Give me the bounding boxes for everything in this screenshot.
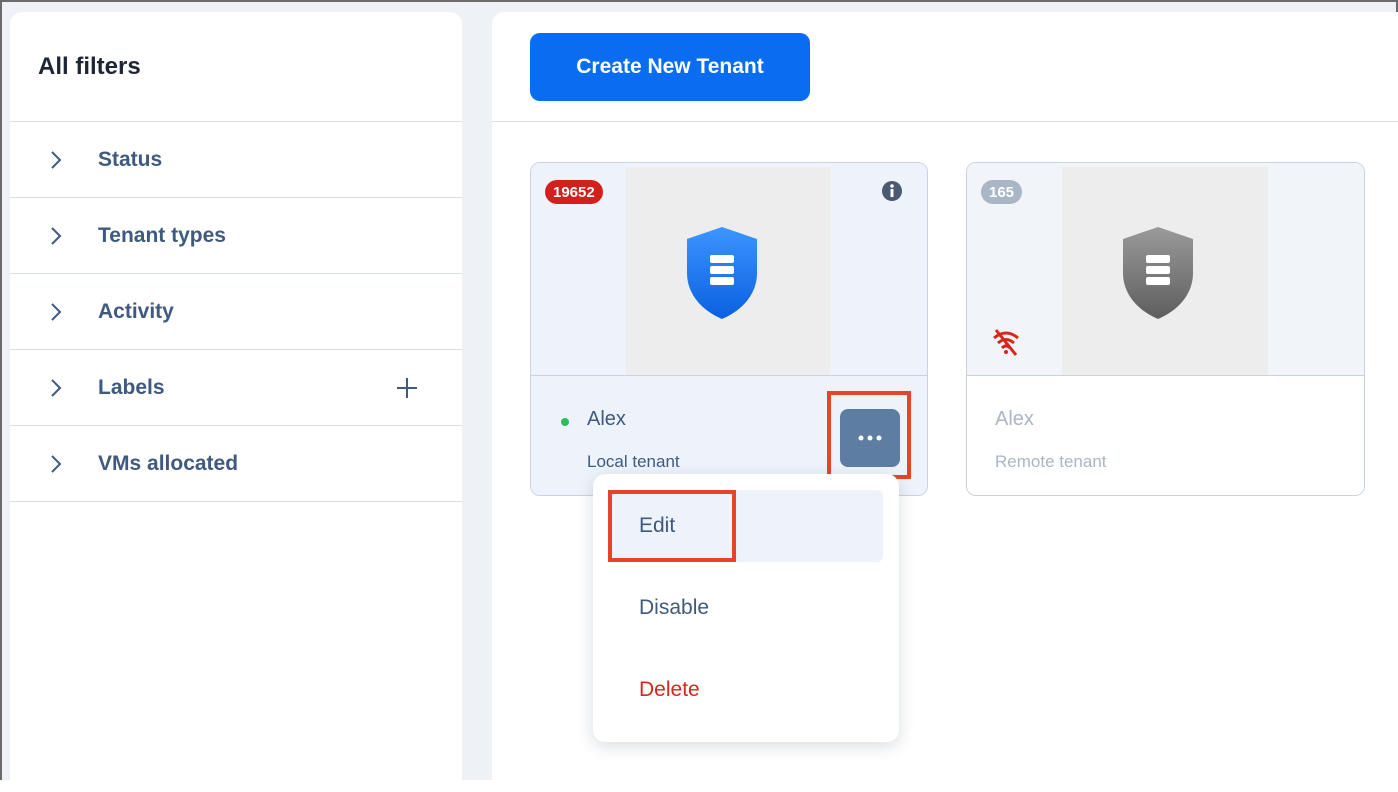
tenant-card-footer: Alex Remote tenant <box>967 376 1364 495</box>
filter-labels[interactable]: Labels <box>10 350 462 426</box>
filter-label: Activity <box>98 299 174 323</box>
more-actions-button[interactable] <box>840 409 900 467</box>
filter-status[interactable]: Status <box>10 122 462 198</box>
chevron-right-icon <box>50 226 76 246</box>
tenant-card[interactable]: 165 Alex Remote tenant <box>966 162 1365 496</box>
more-icon <box>858 435 882 441</box>
filter-label: VMs allocated <box>98 451 239 475</box>
alert-count-badge: 19652 <box>545 180 603 204</box>
toolbar: Create New Tenant <box>492 12 1398 122</box>
filter-label: Labels <box>98 375 165 399</box>
tenant-type: Local tenant <box>587 452 680 471</box>
create-new-tenant-button[interactable]: Create New Tenant <box>530 33 810 101</box>
filter-label: Tenant types <box>98 223 226 247</box>
chevron-right-icon <box>50 302 76 322</box>
info-icon[interactable] <box>881 180 903 202</box>
menu-item-disable[interactable]: Disable <box>609 572 883 644</box>
filter-label: Status <box>98 147 163 171</box>
filter-activity[interactable]: Activity <box>10 274 462 350</box>
actions-menu: Edit Disable Delete <box>593 474 899 742</box>
sidebar-header: All filters <box>10 12 462 122</box>
chevron-right-icon <box>50 454 76 474</box>
alert-count-badge: 165 <box>981 180 1023 204</box>
menu-item-delete[interactable]: Delete <box>609 654 883 726</box>
chevron-right-icon <box>50 150 76 170</box>
tenant-name: Alex <box>587 408 626 430</box>
tenant-card-header: 19652 <box>531 163 927 376</box>
filter-tenant-types[interactable]: Tenant types <box>10 198 462 274</box>
filter-vms-allocated[interactable]: VMs allocated <box>10 426 462 502</box>
tenant-type: Remote tenant <box>995 452 1107 471</box>
status-online-dot <box>561 418 569 426</box>
filters-sidebar: All filters Status Tenant types Activity <box>10 12 462 792</box>
tenant-card-header: 165 <box>967 163 1364 376</box>
chevron-right-icon <box>50 378 76 398</box>
app-window: All filters Status Tenant types Activity <box>0 0 1398 792</box>
tenant-card[interactable]: 19652 Alex Local tenant <box>530 162 928 496</box>
menu-item-edit[interactable]: Edit <box>609 490 883 562</box>
tenant-name: Alex <box>995 408 1034 430</box>
sidebar-title: All filters <box>38 52 141 80</box>
wifi-off-icon <box>991 327 1021 357</box>
plus-icon[interactable] <box>396 377 418 399</box>
shield-icon <box>1121 225 1195 321</box>
shield-icon <box>685 225 759 321</box>
